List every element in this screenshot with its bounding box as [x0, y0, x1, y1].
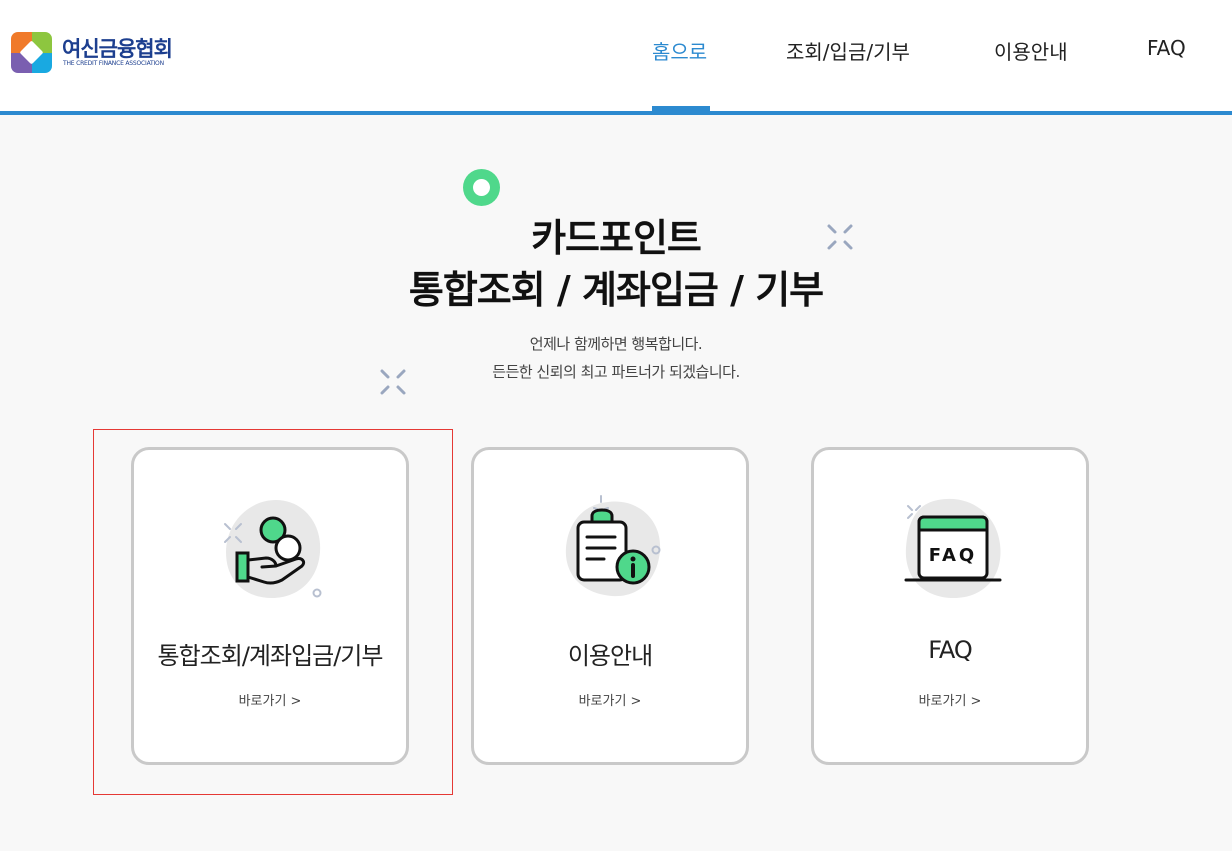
card-title: FAQ	[928, 636, 973, 664]
card-title: 통합조회/계좌입금/기부	[157, 642, 384, 670]
clipboard-info-icon	[565, 495, 661, 597]
nav-guide[interactable]: 이용안내	[994, 36, 1068, 65]
hero-title-line2: 통합조회 / 계좌입금 / 기부	[408, 268, 824, 312]
header: 여신금융협회 THE CREDIT FINANCE ASSOCIATION 홈으…	[0, 0, 1232, 115]
logo-mark-icon	[11, 32, 52, 73]
coin-hand-icon	[224, 500, 322, 598]
ring-decoration-icon	[463, 169, 500, 206]
shortcut-link[interactable]: 바로가기 >	[474, 690, 746, 709]
logo[interactable]: 여신금융협회 THE CREDIT FINANCE ASSOCIATION	[11, 31, 186, 75]
card-guide[interactable]: 이용안내 바로가기 >	[471, 447, 749, 765]
nav-inquiry-deposit-donate[interactable]: 조회/입금/기부	[786, 36, 910, 65]
hero-subtitle-line1: 언제나 함께하면 행복합니다.	[529, 335, 703, 353]
logo-name: 여신금융협회	[62, 37, 173, 61]
hero-title-line1: 카드포인트	[531, 216, 702, 260]
card-title: 이용안내	[567, 642, 653, 670]
shortcut-link[interactable]: 바로가기 >	[814, 690, 1086, 709]
nav-home[interactable]: 홈으로	[652, 36, 707, 65]
svg-text:FAQ: FAQ	[929, 545, 977, 566]
card-inquiry-deposit-donate[interactable]: 통합조회/계좌입금/기부 바로가기 >	[131, 447, 409, 765]
shortcut-link[interactable]: 바로가기 >	[134, 690, 406, 709]
nav-active-indicator	[652, 106, 710, 111]
logo-subtitle: THE CREDIT FINANCE ASSOCIATION	[63, 60, 164, 67]
card-faq[interactable]: FAQ FAQ 바로가기 >	[811, 447, 1089, 765]
faq-board-icon: FAQ	[904, 498, 1002, 598]
hero-subtitle-line2: 든든한 신뢰의 최고 파트너가 되겠습니다.	[492, 363, 740, 381]
nav-faq[interactable]: FAQ	[1147, 36, 1186, 60]
